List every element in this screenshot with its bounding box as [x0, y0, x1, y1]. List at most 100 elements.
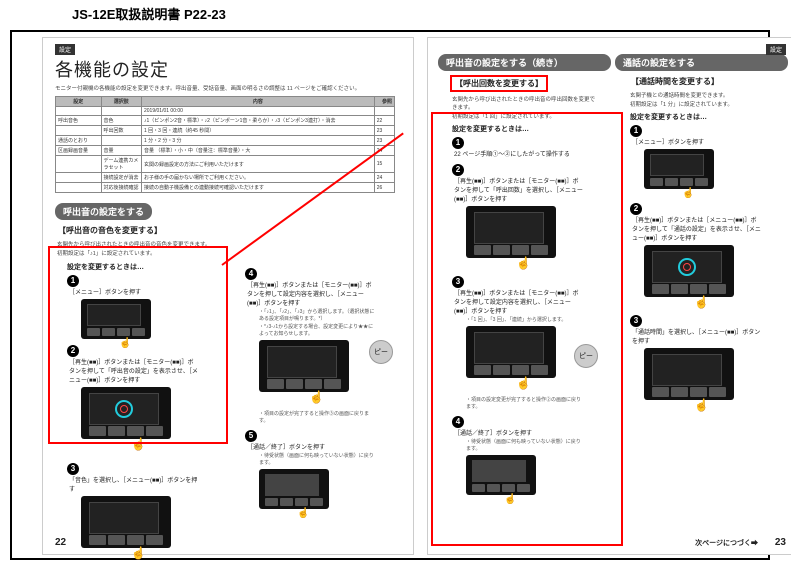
hand-pointer-icon: ☝: [131, 546, 146, 560]
td: 接続設定が消去: [101, 173, 141, 183]
td: 対応後接続確認: [101, 183, 141, 193]
sound-balloon-icon: ピー: [574, 344, 598, 368]
settings-table: 設定 選択肢 内容 参照 2019/01/01 00:00 呼出音色音色♪1（ピ…: [55, 96, 395, 193]
device-illustration: ☝: [81, 496, 171, 548]
hand-pointer-icon: ☝: [504, 494, 516, 505]
step-text: ［再生(■■)］ボタンまたは［モニター(■■)］ボタンを押して設定内容を選択し、…: [454, 288, 584, 315]
step-4: 4 ［再生(■■)］ボタンまたは［モニター(■■)］ボタンを押して設定内容を選択…: [245, 268, 389, 424]
step-number-icon: 2: [67, 345, 79, 357]
step-3: 3 「音色」を選択し、［メニュー(■■)］ボタンを押す ☝: [67, 463, 211, 548]
td: 音量 （標準）・小・中（音量注：標準音量）・大: [142, 146, 375, 156]
page-subheading: モニター付親機の各機能の設定を変更できます。呼出音量、受話音量、画面の明るさの調…: [55, 84, 401, 92]
td: 呼出回数: [101, 126, 141, 136]
td: ♪1（ピンポン2音・標準）・♪2（ピンポーン1音・柔らか）・♪3（ピンポン3連打…: [142, 116, 375, 126]
steps-title: 設定を変更するときは…: [452, 124, 596, 134]
note-text: ・「♪1」、「♪2」、「♪3」から選択します。（選択状態にある設定項目が鳴ります…: [259, 308, 375, 322]
document-title: JS-12E取扱説明書 P22-23: [72, 4, 226, 23]
left-col: 設定を変更するときは… 1 ［メニュー］ボタンを押す ☝ 2 ［再生(■■)］ボ…: [53, 258, 225, 554]
device-illustration: ☝: [81, 387, 171, 439]
step-number-icon: 2: [452, 164, 464, 176]
td: 23: [374, 126, 394, 136]
step-text: ［通話／終了］ボタンを押す: [454, 428, 584, 437]
section-bar-call: 通話の設定をする: [615, 54, 788, 71]
td: 音色: [101, 116, 141, 126]
device-illustration: ☝: [259, 469, 329, 509]
td: 区画録画音量: [56, 146, 102, 156]
desc-text: 玄関子機との通話時間を変更できます。: [630, 91, 774, 99]
step-text: ［再生(■■)］ボタンまたは［モニター(■■)］ボタンを押して「呼出音の設定」を…: [69, 357, 199, 384]
step-text: 「音色」を選択し、［メニュー(■■)］ボタンを押す: [69, 475, 199, 493]
note-text: ・項目の設定変更が完了すると操作②の画面に戻ります。: [466, 396, 582, 410]
right-col: 4 ［再生(■■)］ボタンまたは［モニター(■■)］ボタンを押して設定内容を選択…: [231, 258, 403, 554]
steps-title: 設定を変更するときは…: [67, 262, 211, 272]
device-illustration: ☝: [81, 299, 151, 339]
step-number-icon: 1: [630, 125, 642, 137]
step-text: ［再生(■■)］ボタンまたは［メニュー(■■)］ボタンを押して「通話の設定」を表…: [632, 215, 762, 242]
td: デーム連携カメラセット: [101, 156, 141, 173]
section-bar-chime: 呼出音の設定をする: [55, 203, 152, 220]
step-text: ［再生(■■)］ボタンまたは［モニター(■■)］ボタンを押して「呼出回数」を選択…: [454, 176, 584, 203]
steps-title: 設定を変更するときは…: [630, 112, 774, 122]
note-text: ・「1 回」、「3 回」、「連続」から選択します。: [466, 316, 582, 323]
td: [56, 156, 102, 173]
desc-text: 玄関先から呼び出されたときの呼出音の音色を変更できます。: [57, 240, 399, 248]
step-number-icon: 1: [452, 137, 464, 149]
step-text: ［メニュー］ボタンを押す: [632, 137, 762, 146]
note-text: ・項目の設定が完了すると操作③の画面に戻ります。: [259, 410, 375, 424]
td: [101, 107, 141, 116]
td: 26: [374, 183, 394, 193]
step-1: 1 ［メニュー］ボタンを押す ☝: [630, 125, 774, 189]
step-text: ［メニュー］ボタンを押す: [69, 287, 199, 296]
desc-text: 玄関先から呼び出されたときの呼出音の呼出回数を変更できます。: [452, 95, 596, 111]
desc-text: 初期設定は「♪1」に設定されています。: [57, 249, 399, 257]
td: [101, 136, 141, 146]
th: 内容: [142, 97, 375, 107]
step-number-icon: 4: [452, 416, 464, 428]
td: 1 回・3 回・連続（約45 秒間）: [142, 126, 375, 136]
subsection-bracket-highlighted: 【呼出回数を変更する】: [450, 75, 548, 92]
subsection-bracket: 【通話時間を変更する】: [628, 75, 722, 88]
device-illustration: ☝: [644, 245, 734, 297]
device-illustration: ☝: [466, 206, 556, 258]
desc-text: 初期設定は「1 回」に設定されています。: [452, 112, 596, 120]
hand-pointer-icon: ☝: [682, 188, 694, 199]
step-number-icon: 5: [245, 430, 257, 442]
speaker-ring-icon: [115, 400, 133, 418]
td: 接続の自動子機設備との連動接続可確認いただけます: [142, 183, 375, 193]
page-23: 設定 呼出音の設定をする（続き） 通話の設定をする 【呼出回数を変更する】 玄関…: [427, 37, 791, 555]
hand-pointer-icon: ☝: [516, 376, 531, 390]
hand-pointer-icon: ☝: [309, 390, 324, 404]
note-text: ・待受状態（画面に何も映っていない状態）に戻ります。: [259, 452, 375, 466]
page-spread-frame: 設定 各機能の設定 モニター付親機の各機能の設定を変更できます。呼出音量、受話音…: [10, 30, 770, 560]
td: [374, 107, 394, 116]
note-text: ・*♪3-♪1から設定する場合、設定変更により★★によってお知らせします。: [259, 323, 375, 337]
device-illustration: ☝: [466, 455, 536, 495]
col-left: 【呼出回数を変更する】 玄関先から呼び出されたときの呼出音の呼出回数を変更できま…: [438, 73, 610, 501]
page-number: 23: [775, 537, 786, 548]
step-text: ［再生(■■)］ボタンまたは［モニター(■■)］ボタンを押して設定内容を選択し、…: [247, 280, 377, 307]
device-illustration: ☝: [259, 340, 349, 392]
td: [56, 107, 102, 116]
device-illustration: ☝: [644, 348, 734, 400]
td: [56, 183, 102, 193]
continue-next-page: 次ページにつづく➡: [695, 538, 758, 548]
step-2: 2 ［再生(■■)］ボタンまたは［モニター(■■)］ボタンを押して「呼出音の設定…: [67, 345, 211, 439]
page-22: 設定 各機能の設定 モニター付親機の各機能の設定を変更できます。呼出音量、受話音…: [42, 37, 414, 555]
col-right: 【通話時間を変更する】 玄関子機との通話時間を変更できます。 初期設定は「1 分…: [616, 73, 788, 501]
step-1: 1 22 ページ手順①～②にしたがって操作する: [452, 137, 596, 158]
hand-pointer-icon: ☝: [694, 398, 709, 412]
step-number-icon: 3: [630, 315, 642, 327]
th: 設定: [56, 97, 102, 107]
sound-balloon-icon: ピー: [369, 340, 393, 364]
step-text: ［通話／終了］ボタンを押す: [247, 442, 377, 451]
step-4: 4 ［通話／終了］ボタンを押す ・待受状態（画面に何も映っていない状態）に戻りま…: [452, 416, 596, 495]
step-text: 「通話時間」を選択し、［メニュー(■■)］ボタンを押す: [632, 327, 762, 345]
step-3: 3 ［再生(■■)］ボタンまたは［モニター(■■)］ボタンを押して設定内容を選択…: [452, 276, 596, 410]
step-number-icon: 4: [245, 268, 257, 280]
hand-pointer-icon: ☝: [297, 508, 309, 519]
th: 参照: [374, 97, 394, 107]
th: 選択肢: [101, 97, 141, 107]
device-illustration: ☝: [644, 149, 714, 189]
td: [56, 173, 102, 183]
step-number-icon: 3: [452, 276, 464, 288]
